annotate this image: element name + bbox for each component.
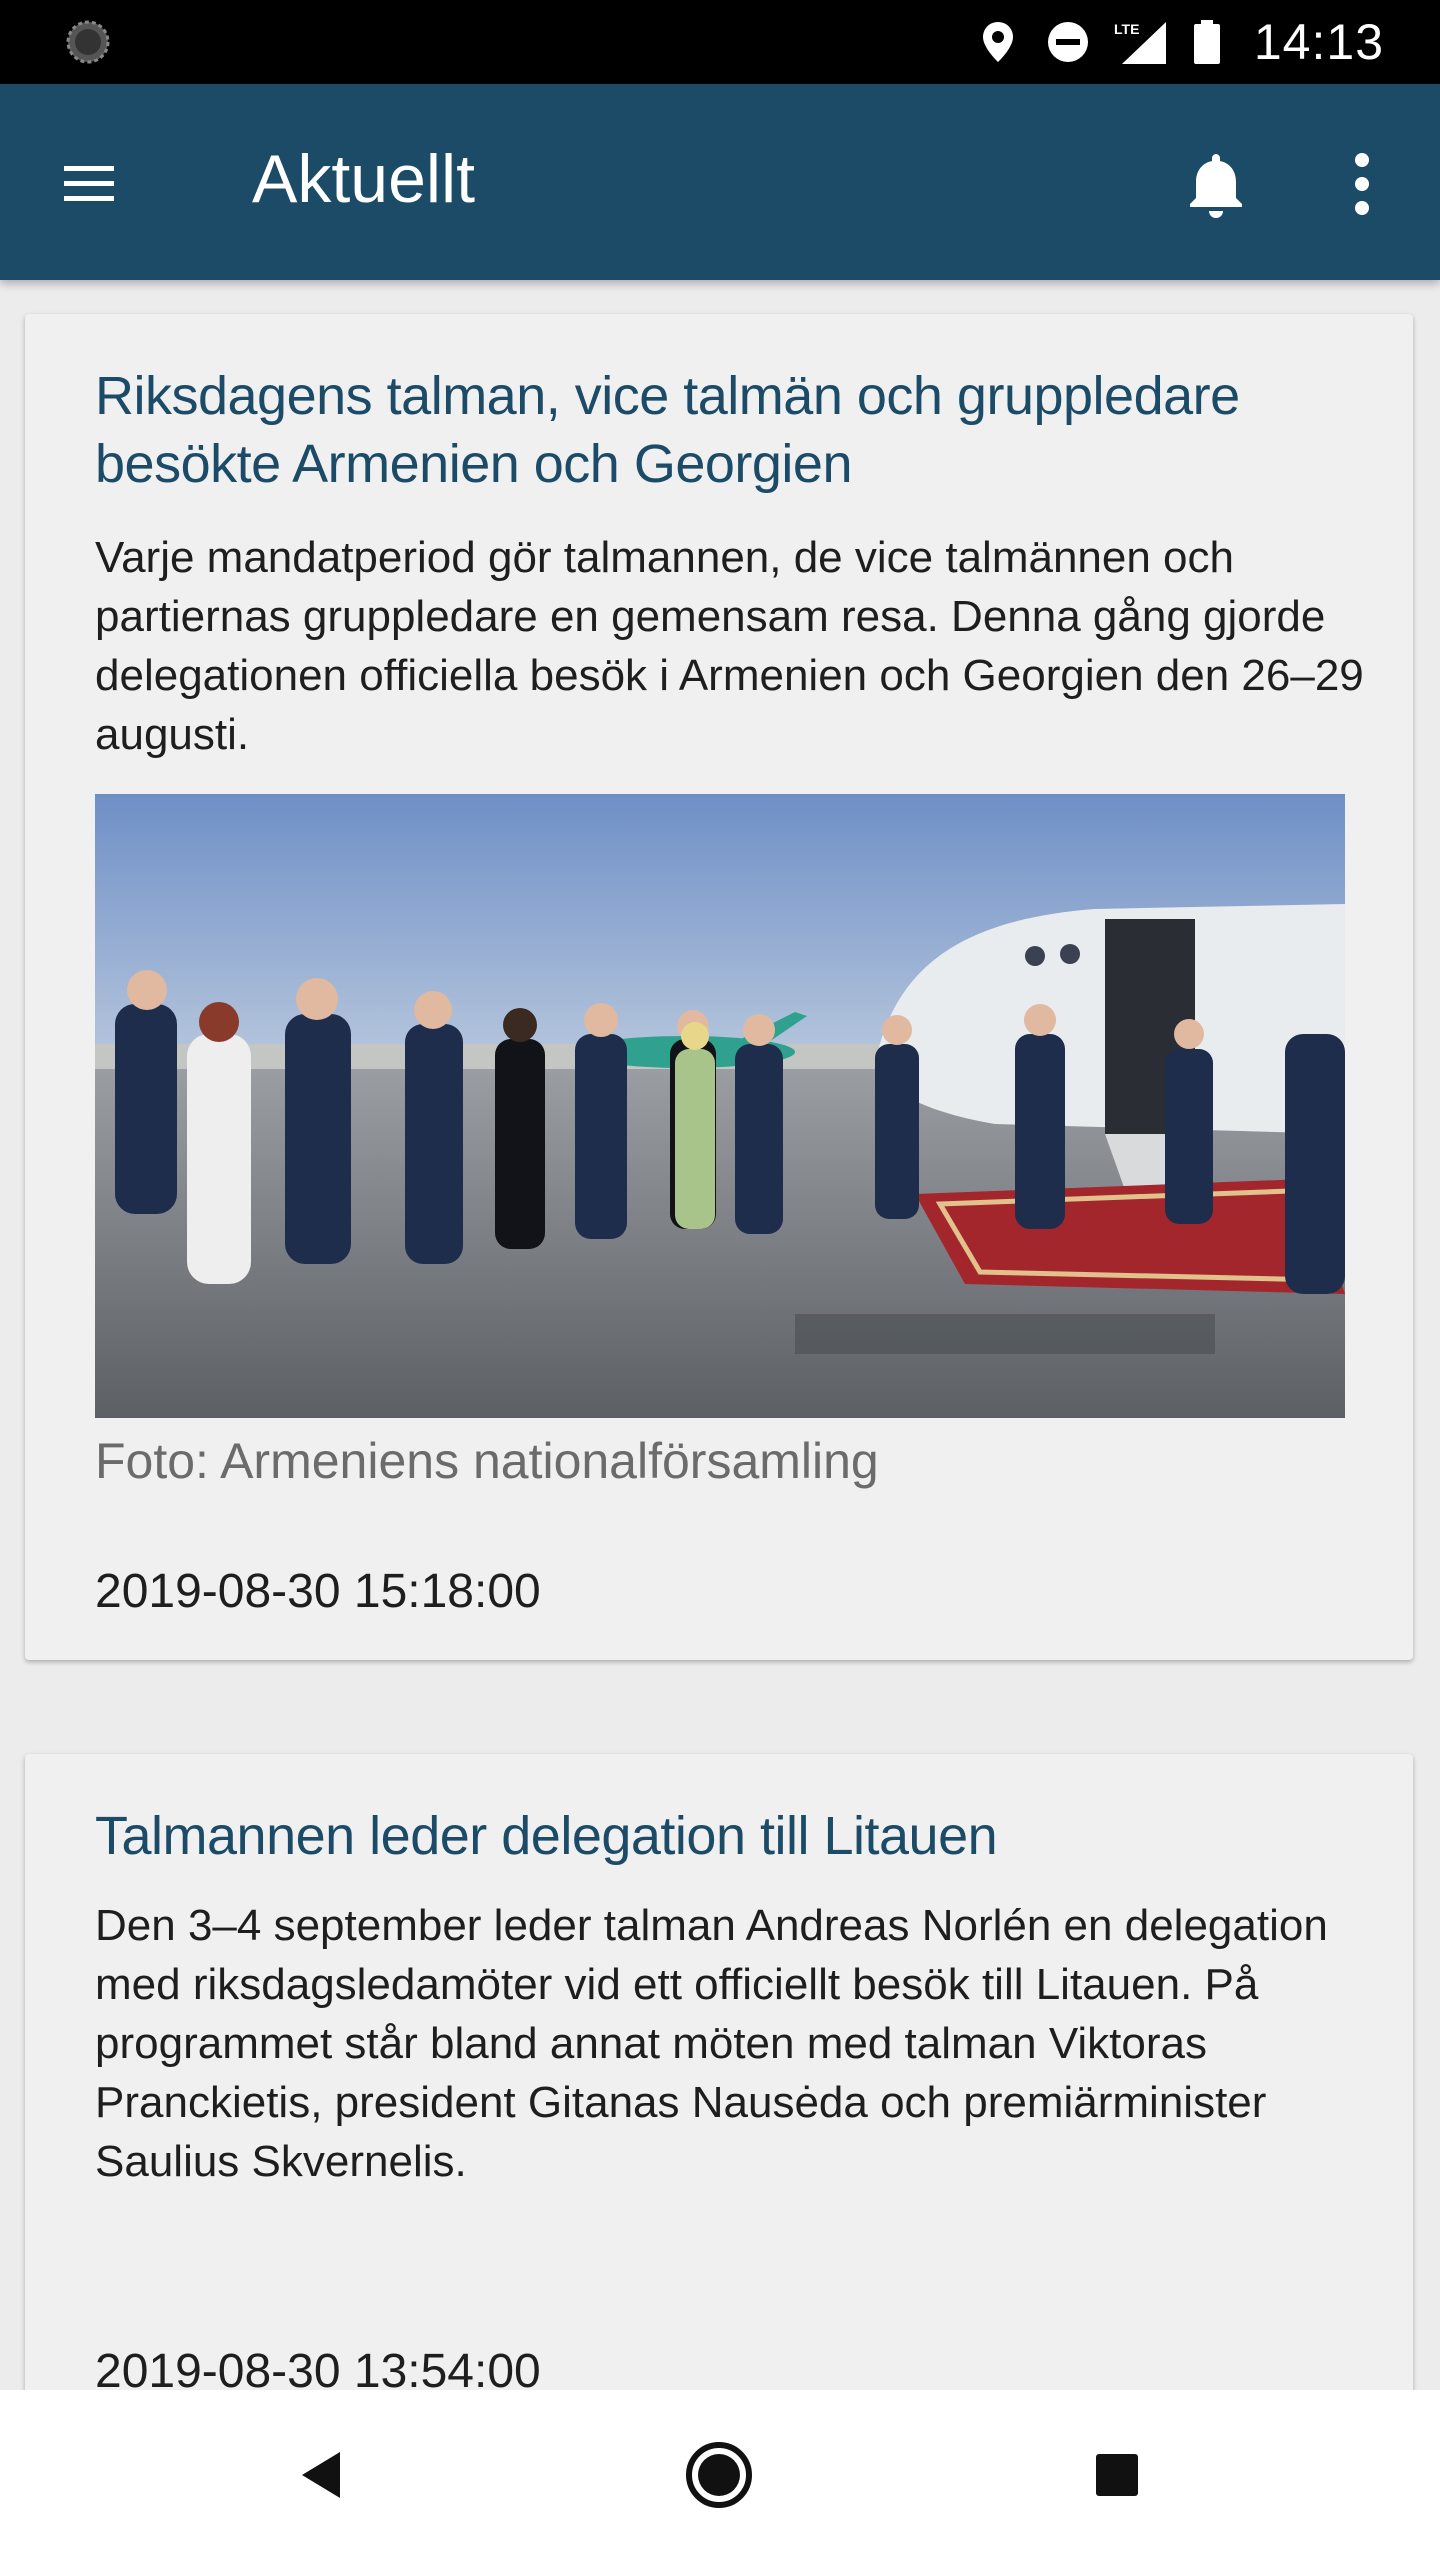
news-card[interactable]: Riksdagens talman, vice talmän och grupp… <box>25 314 1413 1660</box>
more-vert-icon[interactable] <box>1322 140 1402 228</box>
article-summary: Varje mandatperiod gör talmannen, de vic… <box>95 533 1364 759</box>
battery-icon <box>1193 20 1220 64</box>
clock: 14:13 <box>1253 14 1384 70</box>
app-bar: Aktuellt <box>0 84 1440 280</box>
home-icon[interactable] <box>674 2430 764 2520</box>
article-summary: Den 3–4 september leder talman Andreas N… <box>95 1901 1328 2186</box>
network-type-label: LTE <box>1114 21 1139 37</box>
article-date: 2019-08-30 15:18:00 <box>95 1565 541 1618</box>
news-feed: Riksdagens talman, vice talmän och grupp… <box>0 280 1440 2390</box>
article-headline[interactable]: Talmannen leder delegation till Litauen <box>95 1802 1345 1870</box>
article-headline[interactable]: Riksdagens talman, vice talmän och grupp… <box>95 362 1345 498</box>
status-bar: LTE 14:13 <box>0 0 1440 84</box>
navigation-bar <box>0 2390 1440 2560</box>
location-icon <box>982 22 1013 62</box>
menu-icon[interactable] <box>48 142 128 222</box>
status-icons: LTE 14:13 <box>974 0 1384 84</box>
bell-icon[interactable] <box>1172 140 1260 228</box>
recents-icon[interactable] <box>1072 2430 1162 2520</box>
article-date: 2019-08-30 13:54:00 <box>95 2345 541 2390</box>
article-photo <box>95 794 1345 1418</box>
page-title: Aktuellt <box>252 141 475 217</box>
notification-dot-icon <box>66 20 110 64</box>
do-not-disturb-icon <box>1047 22 1088 62</box>
back-icon[interactable] <box>278 2430 368 2520</box>
airport-scene-image <box>95 794 1345 1418</box>
photo-caption: Foto: Armeniens nationalförsamling <box>95 1433 879 1489</box>
news-card[interactable]: Talmannen leder delegation till Litauen … <box>25 1754 1413 2390</box>
signal-icon: LTE <box>1114 21 1166 64</box>
